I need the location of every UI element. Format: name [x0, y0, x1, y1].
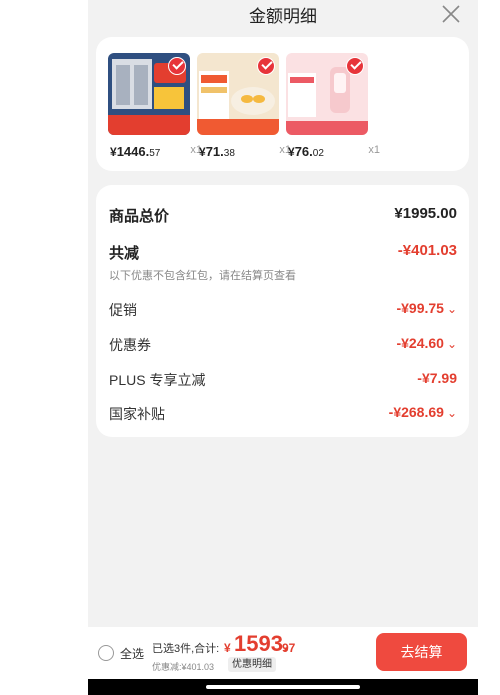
discount-label: PLUS 专享立减	[109, 372, 206, 388]
product-quantity: x1	[368, 144, 380, 156]
checkout-bar: 全选 已选3件,合计: ¥ 1593. 97 优惠减:¥401.03 优惠明细 …	[88, 627, 478, 679]
product-image	[108, 53, 190, 135]
select-all-label[interactable]: 全选	[120, 645, 144, 662]
product-item[interactable]: ¥71.38 x1	[197, 53, 291, 159]
sum-amount: 1593.	[234, 631, 290, 656]
discount-label: 促销	[109, 302, 137, 318]
price-summary-card: 商品总价 ¥1995.00 共减 -¥401.03 以下优惠不包含红包，请在结算…	[96, 185, 469, 437]
discount-detail-button[interactable]: 优惠明细	[228, 657, 276, 672]
discount-value: -¥99.75 ⌄	[396, 300, 457, 316]
chevron-down-icon: ⌄	[446, 406, 457, 420]
discount-value: -¥7.99	[417, 370, 457, 386]
discount-label: 国家补贴	[109, 406, 165, 422]
discount-summary-text: 优惠减:¥401.03	[152, 662, 215, 672]
close-icon[interactable]	[440, 3, 462, 25]
home-indicator[interactable]	[206, 685, 360, 689]
discount-label: 优惠券	[109, 337, 151, 353]
chevron-down-icon: ⌄	[446, 302, 457, 316]
sheet-header: 金额明细	[88, 0, 478, 30]
product-price: ¥1446.57 x1	[110, 144, 202, 159]
product-price: ¥76.02 x1	[288, 144, 380, 159]
checkout-button[interactable]: 去结算	[376, 633, 467, 671]
total-savings-label: 共减	[109, 245, 140, 262]
amount-detail-sheet: 金额明细 ¥1446.57 x1 ¥71.38 x1 ¥76.02 x1 商品总…	[88, 0, 478, 695]
checked-icon[interactable]	[257, 57, 275, 75]
discount-value: -¥24.60 ⌄	[396, 335, 457, 351]
total-savings-value: -¥401.03	[397, 242, 457, 259]
chevron-down-icon: ⌄	[446, 337, 457, 351]
product-image	[286, 53, 368, 135]
product-item[interactable]: ¥1446.57 x1	[108, 53, 202, 159]
product-price: ¥71.38 x1	[199, 144, 291, 159]
select-all-radio[interactable]	[98, 645, 114, 661]
sum-currency: ¥	[224, 641, 231, 655]
sum-amount-decimal: 97	[282, 641, 296, 655]
sheet-title: 金额明细	[249, 7, 317, 26]
product-item[interactable]: ¥76.02 x1	[286, 53, 380, 159]
product-image	[197, 53, 279, 135]
total-price-value: ¥1995.00	[394, 205, 457, 222]
selected-count-text: 已选3件,合计:	[152, 643, 220, 655]
savings-note: 以下优惠不包含红包，请在结算页查看	[109, 270, 296, 282]
checked-icon[interactable]	[168, 57, 186, 75]
product-list-card: ¥1446.57 x1 ¥71.38 x1 ¥76.02 x1	[96, 37, 469, 171]
discount-value: -¥268.69 ⌄	[388, 404, 457, 420]
total-price-label: 商品总价	[109, 208, 170, 225]
checked-icon[interactable]	[346, 57, 364, 75]
home-indicator-bar	[88, 679, 478, 695]
